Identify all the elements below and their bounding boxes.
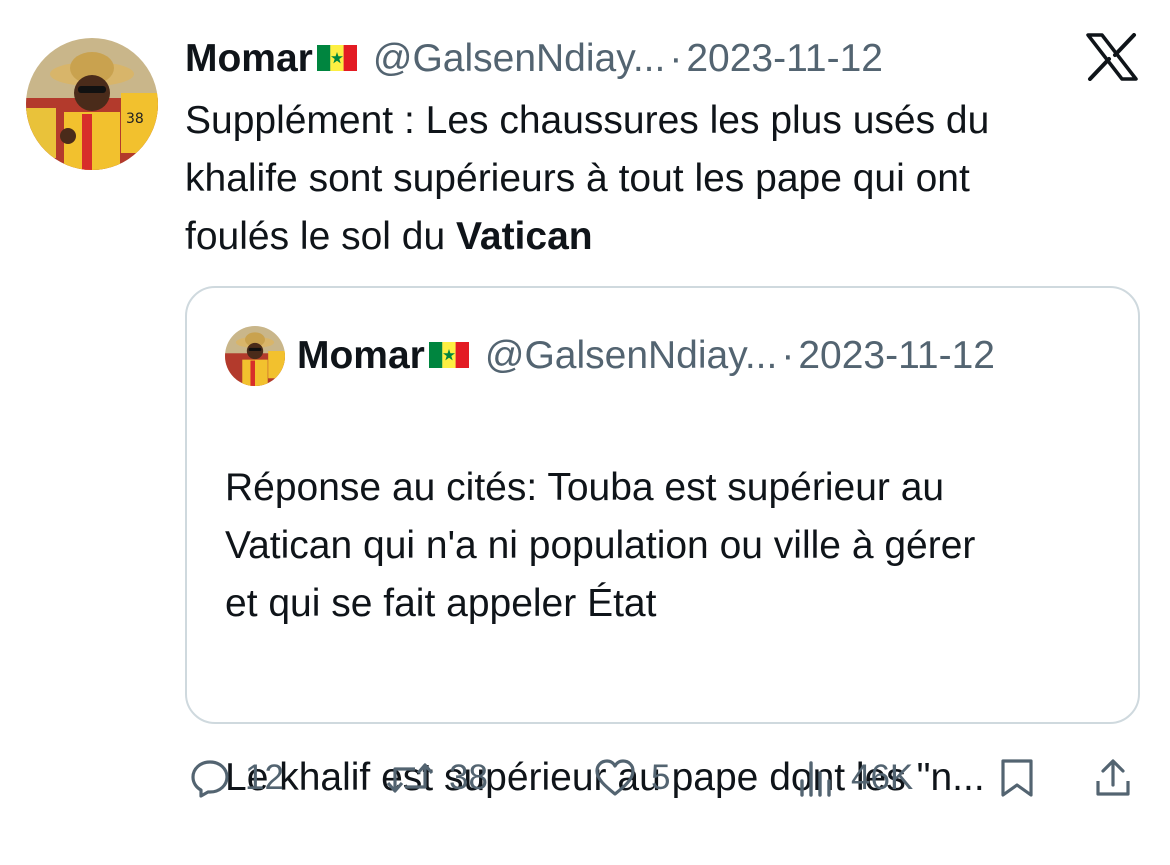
reply-count: 12 (245, 758, 284, 797)
quoted-tweet-header: Momar @GalsenNdiay... · 2023-11-12 (297, 331, 995, 381)
like-count: 5 (651, 758, 671, 797)
tweet-text: Supplément : Les chaussures les plus usé… (185, 92, 1145, 266)
tweet-text-bold: Vatican (456, 215, 593, 258)
quoted-author-handle[interactable]: @GalsenNdiay... (485, 334, 777, 378)
author-name[interactable]: Momar (185, 37, 313, 81)
quoted-paragraph-1: Réponse au cités: Touba est supérieur au… (225, 466, 976, 625)
avatar-image: 38 (26, 38, 158, 170)
views-count: 46K (851, 758, 914, 797)
reply-button[interactable]: 12 (189, 748, 284, 808)
repost-count: 38 (449, 758, 488, 797)
views-button[interactable]: 46K (797, 748, 913, 808)
share-icon (1093, 757, 1133, 799)
repost-icon (385, 757, 435, 799)
separator-dot: · (669, 37, 683, 80)
quoted-tweet-date[interactable]: 2023-11-12 (798, 334, 995, 378)
views-icon (797, 757, 837, 799)
action-bar: 12 38 5 46K (185, 748, 1140, 808)
quoted-tweet-card[interactable]: Momar @GalsenNdiay... · 2023-11-12 Répon… (185, 286, 1140, 799)
senegal-flag-icon (428, 334, 469, 378)
tweet-header: Momar @GalsenNdiay... · 2023-11-12 (185, 34, 883, 84)
bookmark-icon (997, 757, 1037, 799)
like-button[interactable]: 5 (593, 748, 670, 808)
heart-icon (593, 757, 637, 799)
senegal-flag-icon (316, 37, 357, 81)
author-handle[interactable]: @GalsenNdiay... (373, 37, 665, 81)
share-button[interactable] (1093, 748, 1133, 808)
x-logo-icon (1086, 33, 1138, 81)
reply-icon (189, 757, 231, 799)
tweet-date[interactable]: 2023-11-12 (686, 37, 883, 81)
svg-text:38: 38 (126, 111, 144, 127)
quoted-author-name[interactable]: Momar (297, 334, 425, 378)
separator-dot: · (781, 334, 795, 377)
author-avatar[interactable]: 38 (26, 38, 158, 170)
quoted-author-avatar[interactable] (225, 326, 285, 386)
repost-button[interactable]: 38 (385, 748, 488, 808)
quoted-avatar-image (225, 326, 285, 386)
bookmark-button[interactable] (997, 748, 1037, 808)
